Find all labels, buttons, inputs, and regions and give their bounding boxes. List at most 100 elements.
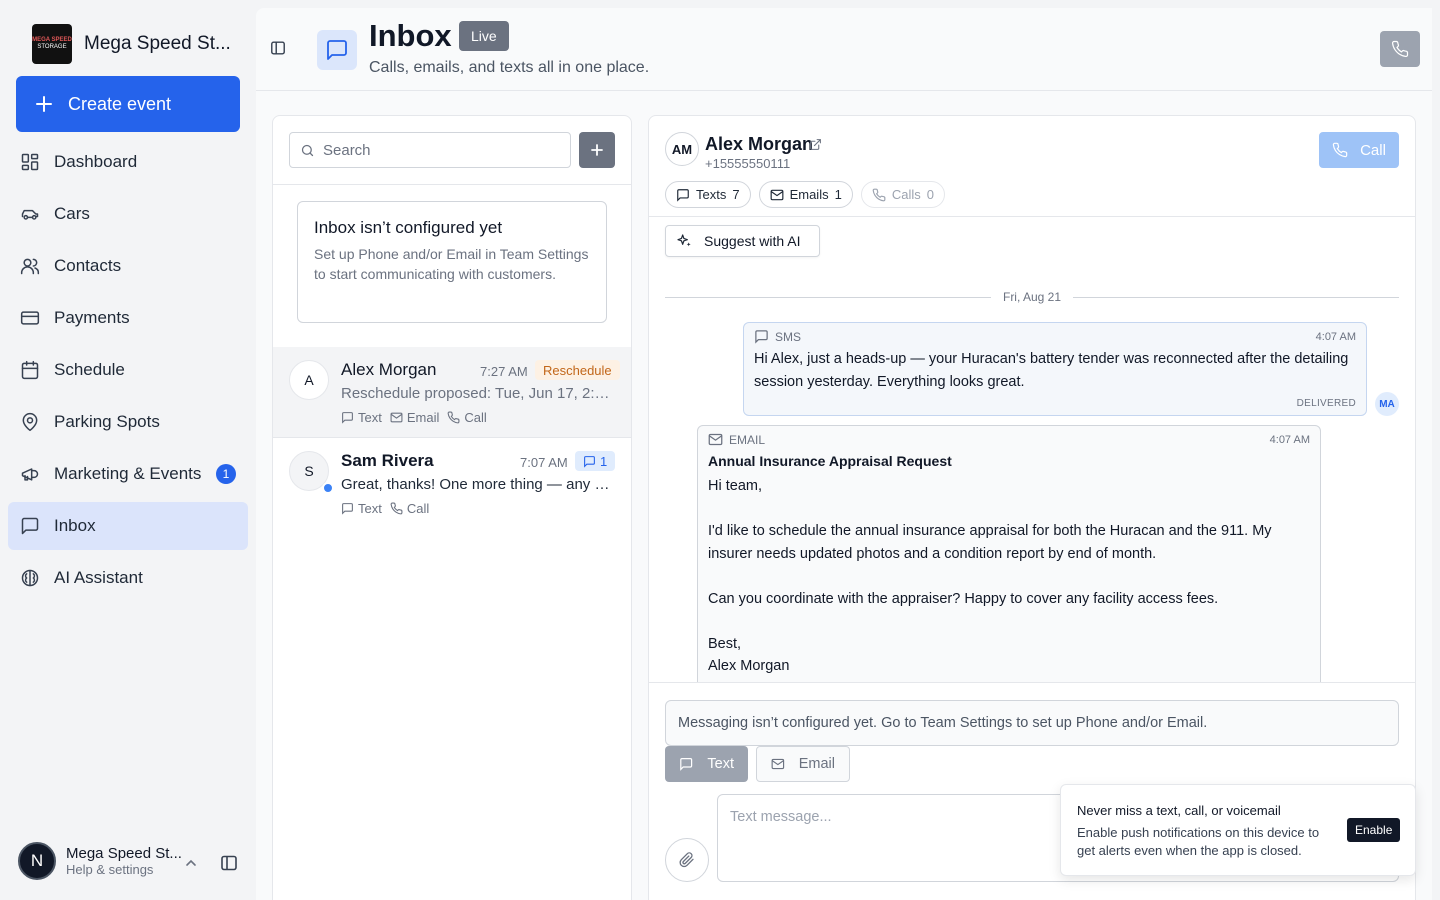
brand[interactable]: MEGA SPEED STORAGE Mega Speed St... [32,24,231,64]
page-header: Inbox Live Calls, emails, and texts all … [256,8,1432,91]
mail-icon [770,189,783,200]
chip-label: Calls [891,187,921,202]
chevron-up-icon[interactable] [184,856,198,870]
external-link-icon[interactable] [809,138,822,151]
phone-icon [872,188,886,201]
plus-icon [36,96,52,112]
new-conversation-button[interactable] [579,132,615,168]
message-icon [677,188,689,202]
sender-avatar: MA [1375,392,1399,416]
channel-call: Call [447,410,487,425]
channel-label: Call [464,410,487,425]
brand-name: Mega Speed St... [84,33,231,54]
message-header: EMAIL 4:07 AM [708,432,1310,447]
nav-item-payments[interactable]: Payments [8,294,248,342]
delivery-status: DELIVERED [1296,398,1356,409]
unread-count: 1 [600,453,608,469]
contact-name[interactable]: Alex Morgan [705,134,813,155]
user-text: Mega Speed St... Help & settings [66,845,182,877]
messaging-config-notice: Messaging isn’t configured yet. Go to Te… [665,700,1399,746]
message-icon [327,40,347,60]
phone-icon [390,502,403,515]
enable-notifications-button[interactable]: Enable [1347,818,1401,842]
car-icon [21,209,39,220]
email-subject: Annual Insurance Appraisal Request [708,453,952,469]
conversation-item-sam-rivera[interactable]: S Sam Rivera 7:07 AM 1 Great, thanks! On… [273,438,631,528]
nav-label: Marketing & Events [54,464,202,483]
text-mode-button[interactable]: Text [665,746,748,782]
channel-label: Text [358,501,382,516]
credit-card-icon [20,311,40,325]
nav-item-parking-spots[interactable]: Parking Spots [8,398,248,446]
nav-label: Payments [54,308,130,327]
mail-icon [771,758,785,770]
channel-email: Email [390,410,440,425]
email-mode-button[interactable]: Email [756,746,850,782]
message-type: EMAIL [729,432,766,447]
message-time: 4:07 AM [1315,330,1356,343]
megaphone-icon [21,468,39,481]
message-icon [680,757,693,771]
divider [273,184,631,185]
sparkles-icon [677,234,691,247]
nav-label: Parking Spots [54,412,160,431]
divider-line [665,296,991,298]
page-title: Inbox [369,18,452,53]
message-icon [342,503,353,515]
nav-item-schedule[interactable]: Schedule [8,346,248,394]
calendar-icon [21,360,39,380]
calls-chip[interactable]: Calls 0 [860,181,945,208]
suggest-with-ai-button[interactable]: Suggest with AI [665,225,820,257]
divider-line [1073,296,1399,298]
conversation-item-alex-morgan[interactable]: A Alex Morgan 7:27 AM Reschedule Resched… [273,347,631,437]
nav-label: Dashboard [54,152,138,171]
search-icon [301,144,314,156]
nav-label: Schedule [54,360,125,379]
suggest-label: Suggest with AI [704,233,801,249]
brain-icon [21,569,39,587]
emails-chip[interactable]: Emails 1 [758,181,853,208]
conversation-time: 7:07 AM [520,455,568,470]
message-header: SMS 4:07 AM [754,329,1356,344]
email-message-bubble: EMAIL 4:07 AM Annual Insurance Appraisal… [697,425,1321,725]
contact-phone: +15555550111 [705,156,791,171]
sidebar-collapse-icon[interactable] [220,854,238,872]
toast-body: Enable push notifications on this device… [1077,825,1320,858]
user-menu[interactable]: N Mega Speed St... Help & settings [18,842,248,880]
texts-chip[interactable]: Texts 7 [665,181,751,208]
marketing-badge: 1 [216,464,236,484]
paperclip-icon [679,852,694,868]
logo-text-bottom: STORAGE [37,44,67,50]
contact-name: Alex Morgan [341,360,437,379]
attach-button[interactable] [665,838,709,882]
nav-item-contacts[interactable]: Contacts [8,242,248,290]
chip-count: 1 [834,187,842,202]
channel-label: Text [358,410,382,425]
nav-item-marketing-events[interactable]: Marketing & Events 1 [8,450,248,498]
plus-icon [591,144,603,156]
nav-item-cars[interactable]: Cars [8,190,248,238]
create-event-button[interactable]: Create event [16,76,240,132]
chip-count: 7 [732,187,740,202]
nav-item-inbox[interactable]: Inbox [8,502,248,550]
search-placeholder: Search [323,141,371,159]
channel-text: Text [341,501,382,516]
nav-item-dashboard[interactable]: Dashboard [8,138,248,186]
conversation-thread-panel: AM Alex Morgan +15555550111 Call Texts 7… [648,115,1416,900]
user-subtitle: Help & settings [66,862,154,877]
channel-list: Text Call [341,501,429,516]
message-icon [21,517,39,535]
header-phone-button[interactable] [1380,31,1420,67]
channel-label: Email [406,410,440,425]
call-button[interactable]: Call [1319,132,1399,168]
notice-body: Set up Phone and/or Email in Team Settin… [314,246,589,282]
inbox-header-icon [317,30,357,70]
sidebar-toggle-icon[interactable] [270,40,286,56]
channel-label: Call [406,501,430,516]
push-notification-toast: Never miss a text, call, or voicemail En… [1060,784,1416,876]
nav-item-ai-assistant[interactable]: AI Assistant [8,554,248,602]
phone-icon [1332,142,1348,158]
phone-icon [1391,40,1409,58]
search-input[interactable]: Search [289,132,571,168]
contact-avatar: A [289,360,329,400]
